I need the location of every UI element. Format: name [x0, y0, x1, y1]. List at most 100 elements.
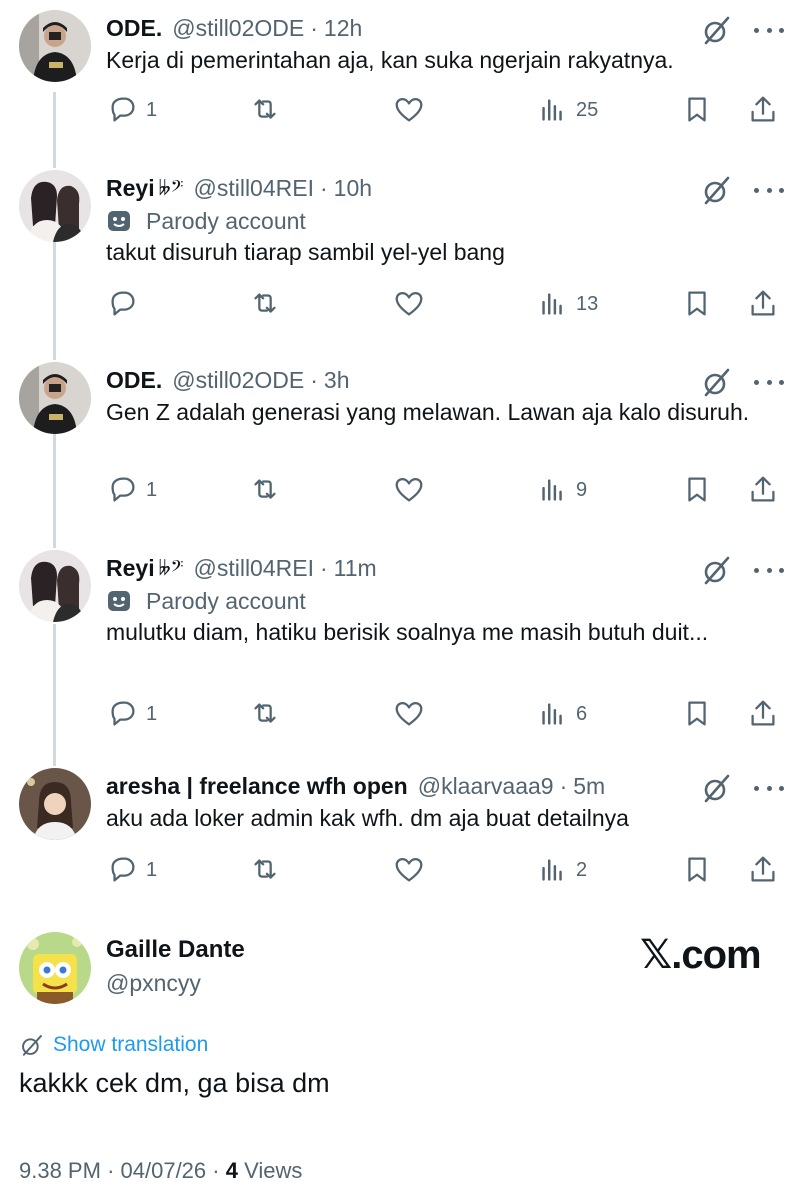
main-post-avatar[interactable] [19, 932, 91, 1004]
post-date[interactable]: 04/07/26 [121, 1158, 207, 1183]
action-bar: 16 [100, 694, 790, 734]
show-translation-label[interactable]: Show translation [53, 1033, 208, 1057]
like-icon [395, 98, 423, 122]
bookmark-button[interactable] [680, 284, 714, 324]
tweet-timestamp[interactable]: 10h [334, 175, 372, 202]
share-button[interactable] [746, 470, 780, 510]
reply-tweet: Reyi 𝄫𝄢 @still04REI · 10h Parody account takut… [0, 160, 806, 328]
reply-count: 1 [146, 702, 158, 725]
reply-avatar[interactable] [19, 550, 91, 622]
retweet-button[interactable] [248, 470, 282, 510]
bookmark-button[interactable] [680, 90, 714, 130]
like-button[interactable] [392, 284, 426, 324]
more-options-icon[interactable] [751, 372, 787, 392]
author-handle[interactable]: @klaarvaaa9 [418, 773, 554, 800]
views-icon [542, 479, 562, 501]
views-count: 25 [576, 98, 599, 121]
name-emoji-glyph: 𝄫𝄢 [158, 556, 184, 580]
more-options-icon[interactable] [751, 20, 787, 40]
grok-icon[interactable] [700, 366, 732, 398]
author-display-name[interactable]: ODE. [106, 367, 162, 394]
share-icon [751, 476, 775, 502]
reply-button[interactable]: 1 [106, 90, 157, 130]
like-button[interactable] [392, 470, 426, 510]
post-meta: 9.38 PM · 04/07/26 · 4 Views [19, 1158, 302, 1184]
views-button[interactable]: 13 [536, 284, 598, 324]
author-handle[interactable]: @still04REI [193, 175, 314, 202]
author-display-name[interactable]: Reyi [106, 555, 155, 582]
retweet-button[interactable] [248, 90, 282, 130]
theater-mask-icon [108, 211, 130, 231]
retweet-icon [254, 479, 276, 499]
bookmark-button[interactable] [680, 470, 714, 510]
views-count: 2 [576, 858, 588, 881]
views-button[interactable]: 25 [536, 90, 598, 130]
bookmark-icon [688, 701, 706, 726]
reply-button[interactable]: 1 [106, 470, 157, 510]
show-translation-link[interactable]: Show translation [19, 1030, 208, 1060]
views-button[interactable]: 6 [536, 694, 587, 734]
author-display-name[interactable]: ODE. [106, 15, 162, 42]
bookmark-button[interactable] [680, 850, 714, 890]
grok-icon[interactable] [700, 174, 732, 206]
action-bar: 12 [100, 850, 790, 890]
reply-button[interactable]: 1 [106, 694, 157, 734]
grok-icon[interactable] [700, 772, 732, 804]
tweet-timestamp[interactable]: 5m [573, 773, 605, 800]
main-post-text: kakkk cek dm, ga bisa dm [19, 1068, 330, 1098]
reply-avatar[interactable] [19, 768, 91, 840]
share-icon [751, 700, 775, 726]
reply-button[interactable] [106, 284, 140, 324]
main-post-display-name[interactable]: Gaille Dante [106, 936, 245, 964]
more-options-icon[interactable] [751, 180, 787, 200]
author-handle[interactable]: @still04REI [193, 555, 314, 582]
more-options-icon[interactable] [751, 778, 787, 798]
grok-icon[interactable] [700, 14, 732, 46]
bookmark-icon [688, 291, 706, 316]
reply-avatar[interactable] [19, 10, 91, 82]
author-display-name[interactable]: Reyi [106, 175, 155, 202]
views-button[interactable]: 9 [536, 470, 587, 510]
share-button[interactable] [746, 850, 780, 890]
share-button[interactable] [746, 90, 780, 130]
like-button[interactable] [392, 850, 426, 890]
reply-button[interactable]: 1 [106, 850, 157, 890]
views-icon [542, 859, 562, 881]
like-icon [395, 478, 423, 502]
share-icon [751, 290, 775, 316]
bookmark-icon [688, 477, 706, 502]
views-button[interactable]: 2 [536, 850, 587, 890]
parody-label-text: Parody account [146, 207, 306, 234]
share-button[interactable] [746, 694, 780, 734]
reply-avatar[interactable] [19, 362, 91, 434]
action-bar: 13 [100, 284, 790, 324]
post-time[interactable]: 9.38 PM [19, 1158, 101, 1183]
bookmark-icon [688, 97, 706, 122]
reply-header: aresha | freelance wfh open @klaarvaaa9 · 5… [106, 771, 605, 801]
author-handle[interactable]: @still02ODE [172, 367, 304, 394]
author-handle[interactable]: @still02ODE [172, 15, 304, 42]
retweet-icon [254, 859, 276, 879]
tweet-text: aku ada loker admin kak wfh. dm aja buat… [106, 805, 629, 831]
like-icon [395, 858, 423, 882]
reply-tweet: ODE. @still02ODE · 12h Kerja di pemerintahan… [0, 0, 806, 134]
more-options-icon[interactable] [751, 560, 787, 580]
retweet-button[interactable] [248, 694, 282, 734]
reply-avatar[interactable] [19, 170, 91, 242]
grok-icon[interactable] [700, 554, 732, 586]
reply-tweet: aresha | freelance wfh open @klaarvaaa9 · 5… [0, 758, 806, 894]
bookmark-button[interactable] [680, 694, 714, 734]
tweet-timestamp[interactable]: 12h [324, 15, 362, 42]
tweet-timestamp[interactable]: 11m [334, 555, 377, 582]
like-button[interactable] [392, 694, 426, 734]
retweet-icon [254, 293, 276, 313]
main-post-handle[interactable]: @pxncyy [106, 970, 201, 997]
retweet-button[interactable] [248, 850, 282, 890]
like-button[interactable] [392, 90, 426, 130]
retweet-button[interactable] [248, 284, 282, 324]
share-button[interactable] [746, 284, 780, 324]
header-separator: · [310, 366, 318, 393]
author-display-name[interactable]: aresha | freelance wfh open [106, 773, 408, 800]
tweet-timestamp[interactable]: 3h [324, 367, 350, 394]
views-icon [542, 99, 562, 121]
